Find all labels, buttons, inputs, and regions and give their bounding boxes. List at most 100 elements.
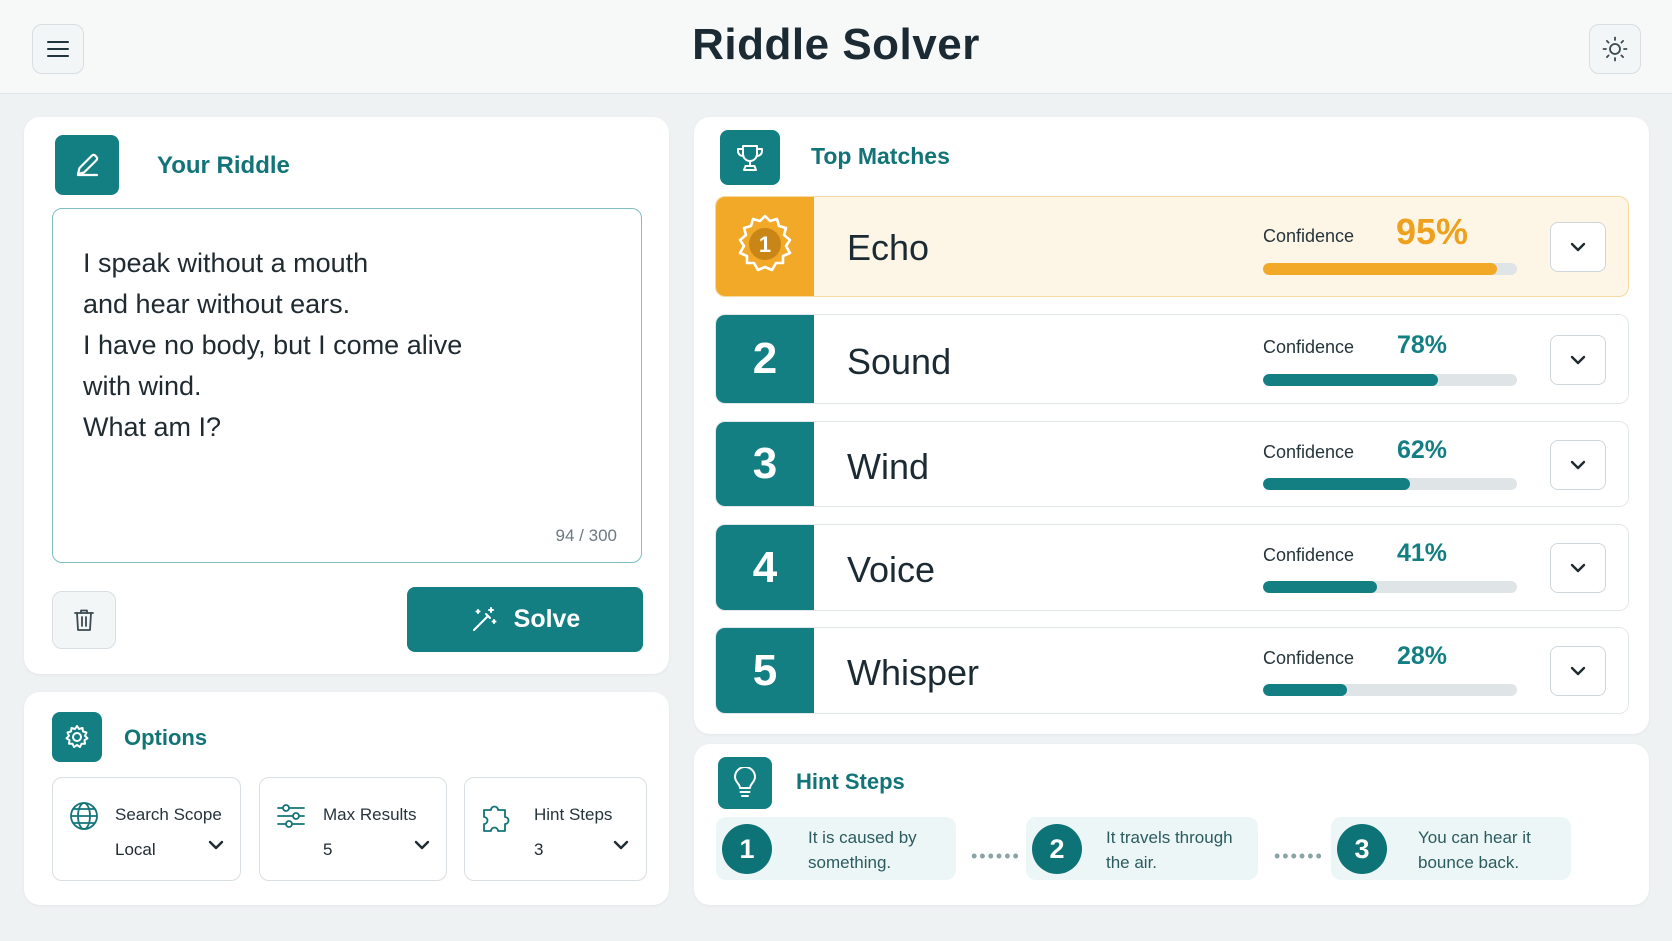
hint-steps-select[interactable]: Hint Steps 3 (464, 777, 647, 881)
hint-step-line: the air. (1106, 853, 1158, 872)
theme-toggle-button[interactable] (1589, 24, 1641, 74)
hint-step-number: 2 (1032, 824, 1082, 874)
hint-steps-label: Hint Steps (534, 805, 613, 824)
hints-card: Hint Steps 1 It is caused by something. … (694, 744, 1649, 905)
riddle-line: What am I? (83, 412, 222, 442)
options-title: Options (124, 725, 208, 750)
rank-badge: 1 (716, 197, 814, 296)
solve-button[interactable]: Solve (407, 587, 643, 652)
gear-icon (65, 725, 89, 748)
clear-button[interactable] (52, 591, 116, 649)
lightbulb-icon (734, 767, 756, 797)
step-connector: •••••• (971, 846, 1021, 866)
globe-icon (70, 802, 98, 830)
rank-badge: 2 (716, 315, 814, 403)
hint-step-text: It travels through the air. (1106, 825, 1233, 875)
confidence-bar-fill (1263, 684, 1347, 696)
hints-title: Hint Steps (796, 769, 905, 794)
chevron-down-icon (1570, 460, 1586, 470)
expand-button[interactable] (1550, 543, 1606, 593)
hint-step: 2 It travels through the air. (1026, 817, 1258, 880)
confidence-value: 28% (1397, 642, 1448, 670)
riddle-text: I speak without a mouth and hear without… (83, 243, 462, 448)
search-scope-value: Local (115, 840, 156, 859)
riddle-line: with wind. (83, 371, 202, 401)
trophy-icon (736, 144, 764, 171)
rank-badge: 5 (716, 628, 814, 713)
hint-step-number: 1 (722, 824, 772, 874)
character-count: 94 / 300 (555, 526, 617, 545)
rank-number: 1 (759, 232, 771, 257)
max-results-value: 5 (323, 840, 333, 859)
hint-step-line: bounce back. (1418, 853, 1520, 872)
sliders-icon (277, 804, 305, 828)
award-medal-icon: 1 (738, 214, 792, 271)
max-results-label: Max Results (323, 805, 417, 824)
confidence-value: 78% (1397, 331, 1448, 359)
hints-badge (718, 757, 772, 809)
riddle-textarea[interactable]: I speak without a mouth and hear without… (52, 208, 642, 563)
match-name: Sound (847, 341, 952, 382)
hint-step-text: It is caused by something. (808, 825, 917, 875)
chevron-down-icon (1570, 242, 1586, 252)
confidence-bar-fill (1263, 581, 1378, 593)
confidence-label: Confidence (1263, 226, 1355, 246)
match-row[interactable]: 1 Echo Confidence 95% (715, 196, 1629, 297)
options-card: Options Search Scope Local Max Results 5 (24, 692, 669, 905)
confidence-bar-fill (1263, 478, 1411, 490)
confidence-value: 41% (1397, 539, 1448, 567)
matches-title: Top Matches (811, 143, 950, 169)
trash-icon (74, 609, 94, 631)
match-row[interactable]: 2 Sound Confidence 78% (715, 314, 1629, 404)
confidence-label: Confidence (1263, 442, 1355, 462)
match-name: Echo (847, 227, 930, 268)
solve-label: Solve (513, 605, 581, 633)
expand-button[interactable] (1550, 222, 1606, 272)
rank-badge: 3 (716, 422, 814, 506)
hint-step-number: 3 (1337, 824, 1387, 874)
confidence-label: Confidence (1263, 648, 1355, 668)
confidence-bar-fill (1263, 263, 1497, 275)
puzzle-icon (483, 805, 510, 832)
match-row[interactable]: 3 Wind Confidence 62% (715, 421, 1629, 507)
matches-badge (720, 130, 780, 185)
confidence-bar (1263, 263, 1517, 275)
matches-card: Top Matches 1 Echo Confidence 95% 2 Soun… (694, 117, 1649, 734)
match-name: Voice (847, 549, 936, 590)
options-badge (52, 712, 102, 762)
hint-step-line: something. (808, 853, 892, 872)
expand-button[interactable] (1550, 335, 1606, 385)
chevron-down-icon (1570, 666, 1586, 676)
max-results-select[interactable]: Max Results 5 (259, 777, 447, 881)
hint-step-line: It travels through (1106, 828, 1233, 847)
rank-badge: 4 (716, 525, 814, 610)
search-scope-select[interactable]: Search Scope Local (52, 777, 241, 881)
expand-button[interactable] (1550, 646, 1606, 696)
riddle-title: Your Riddle (157, 152, 290, 179)
app-header: Riddle Solver (0, 0, 1672, 94)
page-title: Riddle Solver (692, 20, 980, 69)
riddle-badge (55, 135, 119, 195)
hint-step-text: You can hear it bounce back. (1418, 825, 1531, 875)
chevron-down-icon (613, 840, 629, 850)
chevron-down-icon (414, 840, 430, 850)
expand-button[interactable] (1550, 440, 1606, 490)
confidence-bar (1263, 374, 1517, 386)
confidence-bar (1263, 478, 1517, 490)
match-name: Wind (847, 446, 930, 487)
match-name: Whisper (847, 652, 980, 693)
hint-step-line: You can hear it (1418, 828, 1531, 847)
confidence-label: Confidence (1263, 337, 1355, 357)
match-row[interactable]: 5 Whisper Confidence 28% (715, 627, 1629, 714)
hint-step-line: It is caused by (808, 828, 917, 847)
confidence-value: 62% (1397, 436, 1448, 464)
hint-step: 3 You can hear it bounce back. (1331, 817, 1571, 880)
riddle-line: I have no body, but I come alive (83, 330, 463, 360)
chevron-down-icon (1570, 355, 1586, 365)
match-row[interactable]: 4 Voice Confidence 41% (715, 524, 1629, 611)
edit-pencil-icon (76, 153, 99, 177)
confidence-value: 95% (1396, 211, 1469, 252)
chevron-down-icon (1570, 563, 1586, 573)
confidence-label: Confidence (1263, 545, 1355, 565)
confidence-bar-fill (1263, 374, 1439, 386)
